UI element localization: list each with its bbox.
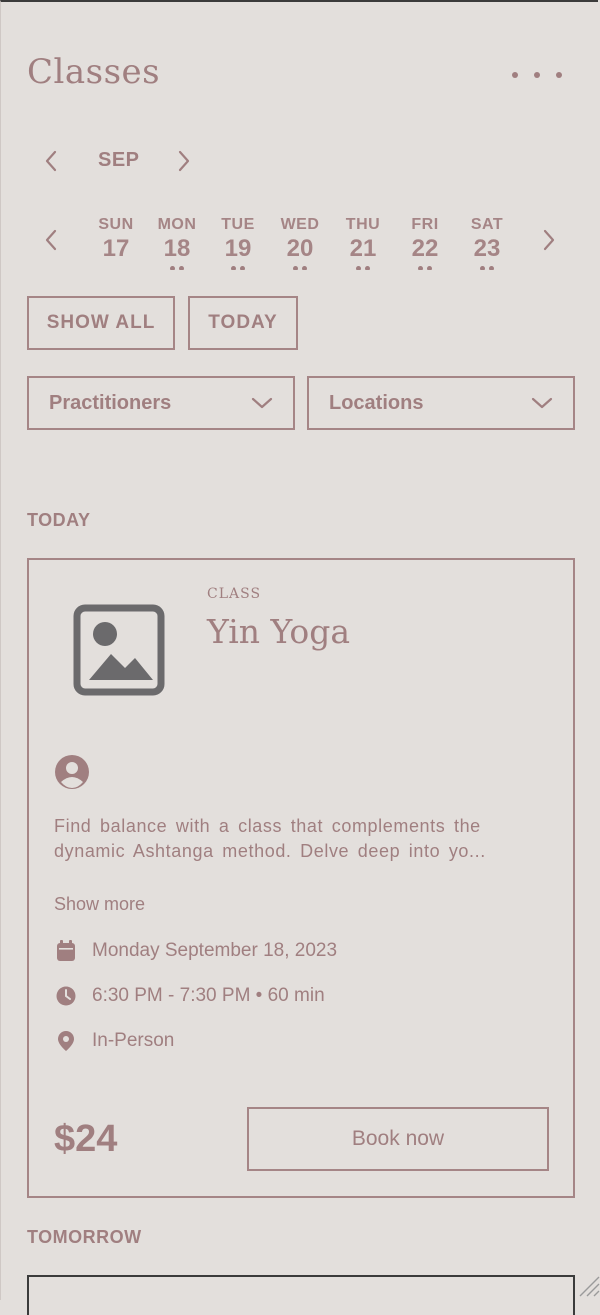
week-day-strip: SUN 17 MON 18 TUE 19 WED 20 THU 21 FRI 2… [85,216,517,276]
day-sat[interactable]: SAT 23 [456,216,518,270]
day-name: THU [345,216,381,233]
image-placeholder-icon [73,604,165,701]
location-pin-icon [54,1030,78,1052]
class-price: $24 [54,1118,118,1160]
event-dots [146,265,208,270]
show-all-button[interactable]: SHOW ALL [27,296,175,350]
class-type-label: CLASS [207,586,262,602]
practitioners-select[interactable]: Practitioners [27,376,295,430]
day-sun[interactable]: SUN 17 [85,216,147,263]
class-date-row: Monday September 18, 2023 [54,940,337,962]
page-title: Classes [27,52,161,92]
prev-month-chevron-left-icon[interactable] [43,150,59,172]
event-dots [332,265,394,270]
today-button[interactable]: TODAY [188,296,298,350]
day-date: 21 [349,235,377,262]
description-line: dynamic Ashtanga method. Delve deep into… [54,841,486,861]
next-week-chevron-right-icon[interactable] [541,229,557,251]
class-time-row: 6:30 PM - 7:30 PM • 60 min [54,985,325,1007]
day-name: SUN [98,216,134,233]
locations-select-label: Locations [329,391,424,414]
event-dots [456,265,518,270]
class-time: 6:30 PM - 7:30 PM • 60 min [92,985,325,1006]
class-location-row: In-Person [54,1030,174,1052]
day-date: 20 [286,235,314,262]
day-wed[interactable]: WED 20 [269,216,331,270]
class-date: Monday September 18, 2023 [92,940,338,961]
event-dots [207,265,269,270]
month-label: SEP [98,149,140,171]
class-location: In-Person [92,1030,175,1051]
class-description: Find balance with a class that complemen… [54,814,549,864]
day-date: 17 [102,235,130,262]
description-line: Find balance with a class that complemen… [54,816,481,836]
practitioners-select-label: Practitioners [49,391,172,414]
day-date: 23 [473,235,501,262]
more-options-icon[interactable] [512,66,562,84]
class-card-tomorrow-partial[interactable] [27,1275,575,1315]
instructor-avatar-icon[interactable] [54,754,90,795]
show-more-link[interactable]: Show more [54,894,145,915]
class-card[interactable]: CLASS Yin Yoga Find balance with a class… [27,558,575,1198]
book-now-button[interactable]: Book now [247,1107,549,1171]
class-name[interactable]: Yin Yoga [207,612,350,651]
calendar-icon [54,940,78,962]
event-dots [269,265,331,270]
day-name: FRI [411,216,439,233]
day-name: SAT [470,216,504,233]
resize-handle-icon[interactable] [574,1271,600,1302]
day-name: WED [280,216,320,233]
locations-select[interactable]: Locations [307,376,575,430]
section-label-tomorrow: TOMORROW [27,1227,142,1247]
day-thu[interactable]: THU 21 [332,216,394,270]
day-date: 22 [411,235,439,262]
next-month-chevron-right-icon[interactable] [176,150,192,172]
day-mon[interactable]: MON 18 [146,216,208,270]
day-fri[interactable]: FRI 22 [394,216,456,270]
day-name: TUE [221,216,255,233]
day-name: MON [157,216,197,233]
day-date: 18 [163,235,191,262]
chevron-down-icon [251,397,273,409]
clock-icon [54,986,78,1006]
day-date: 19 [224,235,252,262]
day-tue[interactable]: TUE 19 [207,216,269,270]
event-dots [394,265,456,270]
chevron-down-icon [531,397,553,409]
prev-week-chevron-left-icon[interactable] [43,229,59,251]
section-label-today: TODAY [27,510,91,530]
